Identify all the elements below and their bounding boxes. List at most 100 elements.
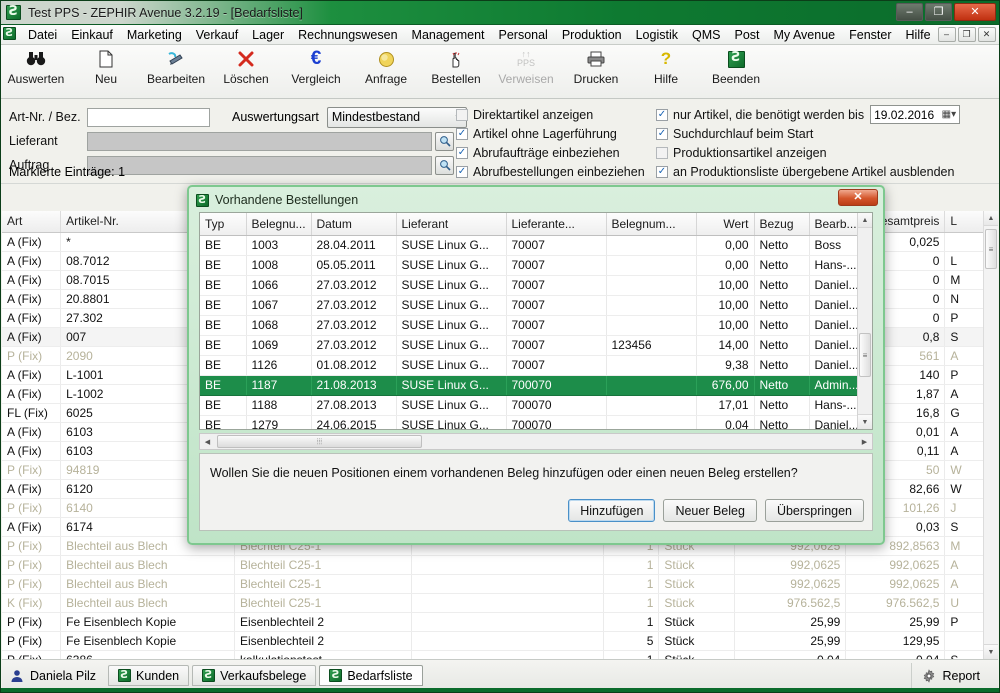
dcol-lieferant[interactable]: Lieferant bbox=[396, 213, 506, 235]
table-row[interactable]: P (Fix)6386kalkulationstest1Stück0,040,0… bbox=[2, 650, 998, 659]
dialog-table-row[interactable]: BE106627.03.2012SUSE Linux G...7000710,0… bbox=[200, 275, 873, 295]
menu-item-logistik[interactable]: Logistik bbox=[629, 26, 685, 44]
dialog-close-button[interactable]: ✕ bbox=[838, 189, 878, 206]
toolbar-button-bestellen[interactable]: Bestellen bbox=[421, 48, 491, 86]
neuer-beleg-button[interactable]: Neuer Beleg bbox=[663, 499, 757, 522]
checkbox-direktartikel-anzeigen[interactable]: Direktartikel anzeigen bbox=[456, 108, 656, 122]
table-row[interactable]: P (Fix)Blechteil aus BlechBlechteil C25-… bbox=[2, 555, 998, 574]
menu-item-management[interactable]: Management bbox=[405, 26, 492, 44]
dcol-belegnummer[interactable]: Belegnu... bbox=[246, 213, 311, 235]
checkbox-produktionsartikel-anzeigen[interactable]: Produktionsartikel anzeigen bbox=[656, 146, 827, 160]
dcol-bezug[interactable]: Bezug bbox=[754, 213, 809, 235]
statusbar-report-button[interactable]: Report bbox=[911, 663, 994, 689]
menu-item-my-avenue[interactable]: My Avenue bbox=[767, 26, 843, 44]
scroll-up-arrow[interactable]: ▲ bbox=[984, 211, 998, 226]
dialog-horizontal-scrollbar[interactable]: ◀ ⦙⦙⦙ ▶ bbox=[199, 433, 873, 450]
checkbox-nur-artikel-benoetigt[interactable]: ✓ nur Artikel, die benötigt werden bis bbox=[656, 108, 864, 122]
auswertungsart-select[interactable]: Mindestbestand ▼ bbox=[327, 107, 467, 128]
toolbar-button-drucken[interactable]: Drucken bbox=[561, 48, 631, 86]
dialog-table-row[interactable]: BE127924.06.2015SUSE Linux G...7000700,0… bbox=[200, 415, 873, 430]
main-grid-scrollbar[interactable]: ▲ ≡ ▼ bbox=[983, 211, 998, 659]
auftrag-input[interactable] bbox=[87, 156, 432, 175]
checkbox-produktionsliste-ausblenden[interactable]: ✓ an Produktionsliste übergebene Artikel… bbox=[656, 165, 954, 179]
dialog-table-row[interactable]: BE106927.03.2012SUSE Linux G...700071234… bbox=[200, 335, 873, 355]
menu-item-hilfe[interactable]: Hilfe bbox=[899, 26, 938, 44]
toolbar-button-auswerten[interactable]: Auswerten bbox=[1, 48, 71, 86]
menu-item-einkauf[interactable]: Einkauf bbox=[64, 26, 120, 44]
toolbar-button-vergleich[interactable]: € Vergleich bbox=[281, 48, 351, 86]
menu-item-produktion[interactable]: Produktion bbox=[555, 26, 629, 44]
dialog-vertical-scrollbar[interactable]: ▲ ≡ ▼ bbox=[857, 213, 872, 429]
menu-item-rechnungswesen[interactable]: Rechnungswesen bbox=[291, 26, 404, 44]
statusbar-tab-verkaufsbelege[interactable]: Verkaufsbelege bbox=[192, 665, 316, 686]
menu-item-fenster[interactable]: Fenster bbox=[842, 26, 898, 44]
table-row[interactable]: P (Fix)Fe Eisenblech KopieEisenblechteil… bbox=[2, 612, 998, 631]
lieferant-lookup-button[interactable] bbox=[435, 132, 454, 151]
dcol-lieferantennr[interactable]: Lieferante... bbox=[506, 213, 606, 235]
toolbar-button-verweisen[interactable]: ↑↑PPS Verweisen bbox=[491, 48, 561, 86]
lieferant-input[interactable] bbox=[87, 132, 432, 151]
artnr-input[interactable] bbox=[87, 108, 210, 127]
dcol-belegnummer2[interactable]: Belegnum... bbox=[606, 213, 696, 235]
dcell-belegnummer2 bbox=[606, 295, 696, 315]
toolbar-button-beenden[interactable]: Beenden bbox=[701, 48, 771, 86]
table-row[interactable]: P (Fix)Blechteil aus BlechBlechteil C25-… bbox=[2, 574, 998, 593]
close-button[interactable]: ✕ bbox=[954, 3, 996, 21]
dcol-wert[interactable]: Wert bbox=[696, 213, 754, 235]
dcol-datum[interactable]: Datum bbox=[311, 213, 396, 235]
menu-item-qms[interactable]: QMS bbox=[685, 26, 727, 44]
date-field[interactable]: 19.02.2016 ▦▾ bbox=[870, 105, 960, 124]
scroll-down-arrow[interactable]: ▼ bbox=[858, 414, 872, 429]
statusbar-tab-bedarfsliste[interactable]: Bedarfsliste bbox=[319, 665, 422, 686]
scroll-up-arrow[interactable]: ▲ bbox=[858, 213, 872, 228]
mdi-restore-button[interactable]: ❐ bbox=[958, 27, 976, 42]
dialog-table-row[interactable]: BE118721.08.2013SUSE Linux G...700070676… bbox=[200, 375, 873, 395]
dcol-typ[interactable]: Typ bbox=[200, 213, 246, 235]
dialog-table-row[interactable]: BE100805.05.2011SUSE Linux G...700070,00… bbox=[200, 255, 873, 275]
toolbar-button-loeschen[interactable]: Löschen bbox=[211, 48, 281, 86]
dialog-table-row[interactable]: BE100328.04.2011SUSE Linux G...700070,00… bbox=[200, 235, 873, 255]
mdi-minimize-button[interactable]: – bbox=[938, 27, 956, 42]
col-art[interactable]: Art bbox=[2, 211, 61, 232]
menu-item-lager[interactable]: Lager bbox=[245, 26, 291, 44]
toolbar-button-anfrage[interactable]: Anfrage bbox=[351, 48, 421, 86]
calendar-icon[interactable]: ▦▾ bbox=[942, 109, 956, 120]
dialog-header-row: Typ Belegnu... Datum Lieferant Lieferant… bbox=[200, 213, 873, 235]
dialog-table-row[interactable]: BE106727.03.2012SUSE Linux G...7000710,0… bbox=[200, 295, 873, 315]
scroll-down-arrow[interactable]: ▼ bbox=[984, 644, 998, 659]
scroll-thumb[interactable]: ≡ bbox=[859, 333, 871, 377]
auftrag-lookup-button[interactable] bbox=[435, 156, 454, 175]
menu-item-datei[interactable]: Datei bbox=[21, 26, 64, 44]
menu-item-marketing[interactable]: Marketing bbox=[120, 26, 189, 44]
dialog-table-row[interactable]: BE118827.08.2013SUSE Linux G...70007017,… bbox=[200, 395, 873, 415]
checkbox-abrufbestellungen-einbeziehen[interactable]: ✓ Abrufbestellungen einbeziehen bbox=[456, 165, 656, 179]
checkbox-artikel-ohne-lagerfuehrung[interactable]: ✓ Artikel ohne Lagerführung bbox=[456, 127, 656, 141]
hinzufuegen-button[interactable]: Hinzufügen bbox=[568, 499, 655, 522]
menu-item-verkauf[interactable]: Verkauf bbox=[189, 26, 245, 44]
table-row[interactable]: P (Fix)Fe Eisenblech KopieEisenblechteil… bbox=[2, 631, 998, 650]
mdi-close-button[interactable]: ✕ bbox=[978, 27, 996, 42]
scroll-left-arrow[interactable]: ◀ bbox=[200, 438, 215, 446]
menu-item-post[interactable]: Post bbox=[727, 26, 766, 44]
maximize-button[interactable]: ❐ bbox=[925, 3, 952, 21]
statusbar-tab-kunden[interactable]: Kunden bbox=[108, 665, 189, 686]
minimize-button[interactable]: – bbox=[896, 3, 923, 21]
checkbox-suchdurchlauf-beim-start[interactable]: ✓ Suchdurchlauf beim Start bbox=[656, 127, 813, 141]
toolbar-button-neu[interactable]: Neu bbox=[71, 48, 141, 86]
table-row[interactable]: K (Fix)Blechteil aus BlechBlechteil C25-… bbox=[2, 593, 998, 612]
toolbar-button-bearbeiten[interactable]: Bearbeiten bbox=[141, 48, 211, 86]
toolbar-button-hilfe[interactable]: ? Hilfe bbox=[631, 48, 701, 86]
cell-einheit: Stück bbox=[659, 593, 735, 612]
dialog-grid[interactable]: Typ Belegnu... Datum Lieferant Lieferant… bbox=[199, 212, 873, 430]
scroll-thumb-horizontal[interactable]: ⦙⦙⦙ bbox=[217, 435, 422, 448]
scroll-right-arrow[interactable]: ▶ bbox=[857, 438, 872, 446]
ueberspringen-button[interactable]: Überspringen bbox=[765, 499, 864, 522]
dcell-lieferantennr: 70007 bbox=[506, 355, 606, 375]
scroll-thumb[interactable]: ≡ bbox=[985, 229, 997, 269]
cell-art: K (Fix) bbox=[2, 593, 61, 612]
menu-item-personal[interactable]: Personal bbox=[492, 26, 555, 44]
checkbox-abrufauftraege-einbeziehen[interactable]: ✓ Abrufaufträge einbeziehen bbox=[456, 146, 656, 160]
euro-icon: € bbox=[311, 48, 322, 70]
dialog-table-row[interactable]: BE106827.03.2012SUSE Linux G...7000710,0… bbox=[200, 315, 873, 335]
dialog-table-row[interactable]: BE112601.08.2012SUSE Linux G...700079,38… bbox=[200, 355, 873, 375]
